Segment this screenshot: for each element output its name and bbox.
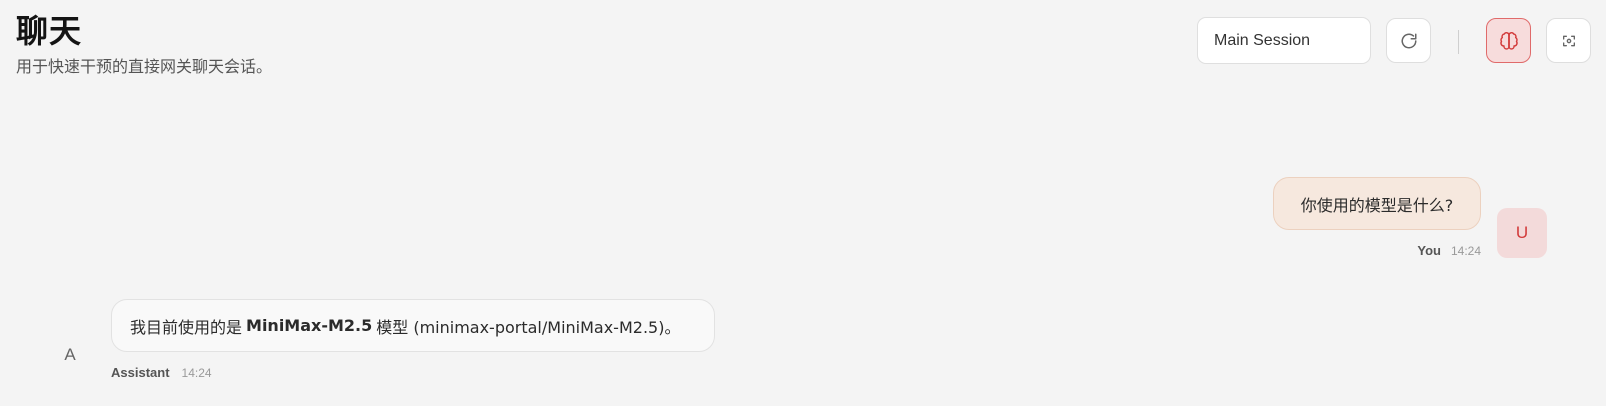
session-selector[interactable]: Main Session <box>1197 17 1371 64</box>
assistant-message-meta: Assistant 14:24 <box>111 365 212 380</box>
refresh-button[interactable] <box>1386 18 1431 63</box>
refresh-icon <box>1401 33 1416 48</box>
session-value: Main Session <box>1214 31 1311 49</box>
thinking-toggle-button[interactable] <box>1486 18 1531 63</box>
assistant-avatar: A <box>45 330 95 380</box>
brain-icon <box>1499 31 1518 50</box>
page-subtitle: 用于快速干预的直接网关聊天会话。 <box>16 57 273 76</box>
chat-page: 聊天 用于快速干预的直接网关聊天会话。 Main Session 你使用的模型是… <box>0 0 1606 406</box>
user-message-meta: You 14:24 <box>1417 243 1481 258</box>
page-title: 聊天 <box>16 12 83 50</box>
assistant-name: Assistant <box>111 365 170 380</box>
user-message-time: 14:24 <box>1450 244 1481 258</box>
assistant-message-time: 14:24 <box>181 366 212 380</box>
user-avatar: U <box>1497 208 1547 258</box>
user-name: You <box>1417 243 1441 258</box>
focus-icon <box>1562 35 1575 46</box>
user-message-text: 你使用的模型是什么? <box>1300 195 1454 215</box>
assistant-text-after: 模型 (minimax-portal/MiniMax-M2.5)。 <box>376 317 681 337</box>
user-message-bubble: 你使用的模型是什么? <box>1273 177 1481 230</box>
assistant-model-name: MiniMax-M2.5 <box>246 316 373 335</box>
assistant-text-before: 我目前使用的是 <box>130 317 243 337</box>
assistant-message-bubble: 我目前使用的是 MiniMax-M2.5 模型 (minimax-portal/… <box>111 299 715 352</box>
toolbar-divider <box>1458 30 1459 54</box>
focus-mode-button[interactable] <box>1546 18 1591 63</box>
